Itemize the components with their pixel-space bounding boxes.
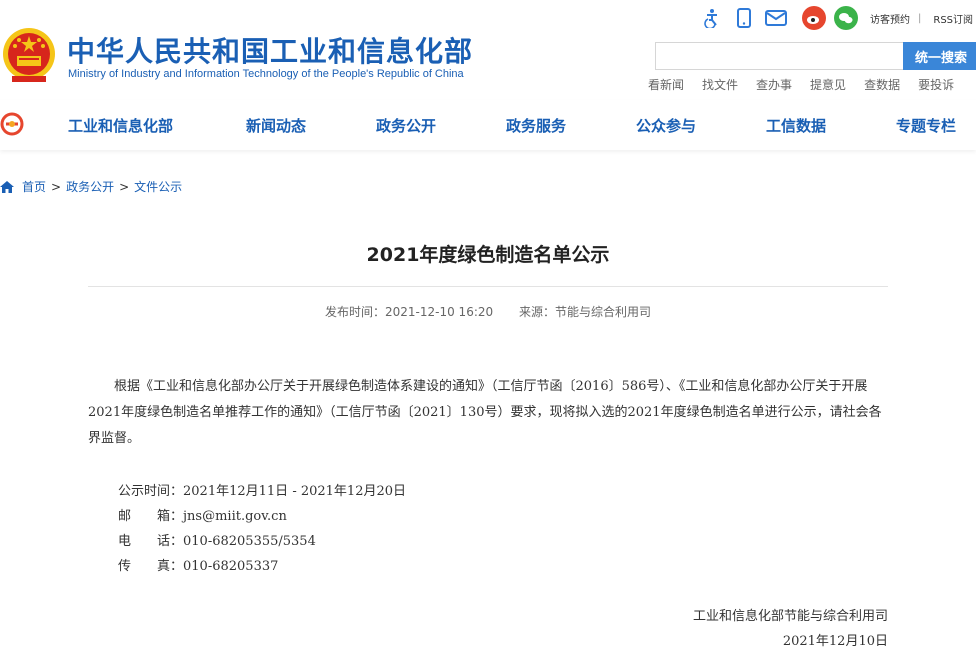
contact-fax: 传 真：010-68205337 xyxy=(118,555,278,574)
mobile-icon[interactable] xyxy=(732,6,756,30)
contact-period: 公示时间：2021年12月11日 - 2021年12月20日 xyxy=(118,480,406,499)
quick-link-news[interactable]: 看新闻 xyxy=(648,76,684,93)
breadcrumb-home[interactable]: 首页 xyxy=(22,178,46,195)
wechat-icon[interactable] xyxy=(834,6,858,30)
nav-item-public-participation[interactable]: 公众参与 xyxy=(636,115,696,136)
quick-link-feedback[interactable]: 提意见 xyxy=(810,76,846,93)
breadcrumb: 首页 > 政务公开 > 文件公示 xyxy=(0,178,182,195)
contact-value: 010-68205337 xyxy=(183,559,279,574)
breadcrumb-separator: > xyxy=(51,179,62,194)
weibo-icon[interactable] xyxy=(802,6,826,30)
quick-link-services[interactable]: 查办事 xyxy=(756,76,792,93)
breadcrumb-government-affairs[interactable]: 政务公开 xyxy=(66,178,114,195)
nav-item-news[interactable]: 新闻动态 xyxy=(246,115,306,136)
home-icon[interactable] xyxy=(0,180,14,193)
contact-label: 公示时间： xyxy=(118,484,184,499)
toolbar-separator: | xyxy=(918,12,922,24)
contact-email: 邮 箱：jns@miit.gov.cn xyxy=(118,505,287,524)
breadcrumb-file-notice[interactable]: 文件公示 xyxy=(134,178,182,195)
title-divider xyxy=(88,286,888,287)
nav-item-government-affairs[interactable]: 政务公开 xyxy=(376,115,436,136)
article-meta: 发布时间：2021-12-10 16:20 来源：节能与综合利用司 xyxy=(88,303,888,320)
search-input[interactable] xyxy=(655,42,905,70)
article-source: 来源：节能与综合利用司 xyxy=(518,305,651,319)
rss-link[interactable]: RSS订阅 xyxy=(933,11,973,26)
quick-link-data[interactable]: 查数据 xyxy=(864,76,900,93)
miit-logo-icon[interactable] xyxy=(0,112,24,136)
nav-item-ministry[interactable]: 工业和信息化部 xyxy=(68,115,173,136)
main-nav: 工业和信息化部 新闻动态 政务公开 政务服务 公众参与 工信数据 专题专栏 xyxy=(0,100,976,150)
quick-links: 看新闻 找文件 查办事 提意见 查数据 要投诉 xyxy=(648,76,972,93)
publish-time: 发布时间：2021-12-10 16:20 xyxy=(325,305,494,319)
article-body: 根据《工业和信息化部办公厅关于开展绿色制造体系建设的通知》（工信厅节函〔2016… xyxy=(88,379,882,446)
contact-label: 邮 箱： xyxy=(118,509,184,524)
search-button[interactable]: 统一搜索 xyxy=(903,42,976,70)
visitor-appointment-link[interactable]: 访客预约 xyxy=(870,11,910,26)
article-date: 2021年12月10日 xyxy=(782,634,888,649)
article-signature: 工业和信息化部节能与综合利用司 xyxy=(692,609,888,624)
contact-label: 电 话： xyxy=(118,534,184,549)
contact-value: 010-68205355/5354 xyxy=(183,534,316,549)
breadcrumb-separator: > xyxy=(119,179,130,194)
nav-item-government-services[interactable]: 政务服务 xyxy=(506,115,566,136)
quick-link-files[interactable]: 找文件 xyxy=(702,76,738,93)
contact-value: 2021年12月11日 - 2021年12月20日 xyxy=(183,484,407,499)
article-title: 2021年度绿色制造名单公示 xyxy=(366,244,610,266)
mail-icon[interactable] xyxy=(764,6,788,30)
site-title-cn[interactable]: 中华人民共和国工业和信息化部 xyxy=(67,30,473,70)
accessibility-icon[interactable] xyxy=(700,6,724,30)
contact-phone: 电 话：010-68205355/5354 xyxy=(118,530,316,549)
nav-item-topics[interactable]: 专题专栏 xyxy=(896,115,956,136)
national-emblem-icon[interactable] xyxy=(2,26,56,84)
contact-value-email[interactable]: jns@miit.gov.cn xyxy=(183,509,287,524)
nav-item-data[interactable]: 工信数据 xyxy=(766,115,826,136)
contact-label: 传 真： xyxy=(118,559,184,574)
site-header: 中华人民共和国工业和信息化部 Ministry of Industry and … xyxy=(0,0,976,100)
site-title-en[interactable]: Ministry of Industry and Information Tec… xyxy=(68,68,464,80)
quick-link-complaint[interactable]: 要投诉 xyxy=(918,76,954,93)
header-toolbar: 访客预约 | RSS订阅 xyxy=(700,6,973,30)
